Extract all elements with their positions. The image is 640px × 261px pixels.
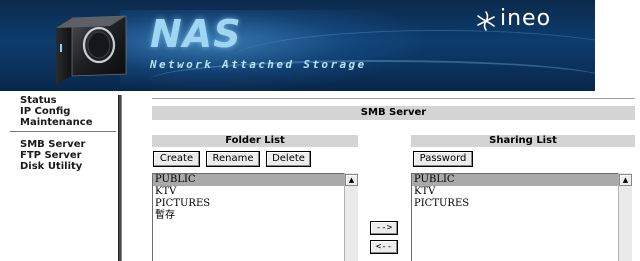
folder-list-item[interactable]: PICTURES	[153, 198, 344, 210]
banner-title: NAS	[150, 12, 242, 56]
sharing-list-item[interactable]: PICTURES	[412, 198, 618, 210]
sidebar-divider	[10, 131, 116, 132]
sharing-list[interactable]: PUBLIC KTV PICTURES	[411, 173, 618, 261]
sidebar-nav: Status IP Config Maintenance SMB Server …	[0, 95, 118, 261]
sidebar-item-status[interactable]: Status	[20, 95, 57, 106]
hard-drive-enclosure-icon	[56, 15, 127, 84]
sidebar-item-maintenance[interactable]: Maintenance	[20, 117, 93, 128]
sidebar-item-ftp-server[interactable]: FTP Server	[20, 150, 82, 161]
sharing-list-scrollbar[interactable]: ▲	[618, 173, 632, 261]
sidebar-divider-bar	[118, 95, 122, 261]
sidebar-item-ip-config[interactable]: IP Config	[20, 106, 70, 117]
header-banner: NAS Network Attached Storage ineo	[0, 0, 595, 91]
remove-from-sharing-button[interactable]: <--	[370, 240, 398, 254]
page-title: SMB Server	[152, 106, 635, 120]
add-to-sharing-button[interactable]: -->	[370, 221, 398, 235]
folder-list-scrollbar[interactable]: ▲	[344, 173, 358, 261]
delete-button[interactable]: Delete	[266, 151, 311, 167]
brand-name: ineo	[500, 6, 552, 31]
sidebar-item-smb-server[interactable]: SMB Server	[20, 139, 85, 150]
password-button[interactable]: Password	[413, 151, 473, 167]
snowflake-icon	[477, 11, 495, 31]
folder-list[interactable]: PUBLIC KTV PICTURES 暫存	[152, 173, 344, 261]
scroll-up-arrow-icon[interactable]: ▲	[345, 174, 358, 186]
sidebar-item-disk-utility[interactable]: Disk Utility	[20, 161, 82, 172]
sharing-list-item[interactable]: KTV	[412, 186, 618, 198]
sharing-list-header: Sharing List	[411, 135, 635, 147]
folder-list-item[interactable]: KTV	[153, 186, 344, 198]
top-divider	[152, 98, 635, 99]
folder-list-item[interactable]: 暫存	[153, 210, 344, 222]
banner-subtitle: Network Attached Storage	[150, 58, 367, 71]
scroll-up-arrow-icon[interactable]: ▲	[619, 174, 632, 186]
folder-list-header: Folder List	[152, 135, 358, 147]
folder-list-item[interactable]: PUBLIC	[153, 174, 344, 186]
sharing-list-item[interactable]: PUBLIC	[412, 174, 618, 186]
create-button[interactable]: Create	[153, 151, 200, 167]
rename-button[interactable]: Rename	[206, 151, 260, 167]
